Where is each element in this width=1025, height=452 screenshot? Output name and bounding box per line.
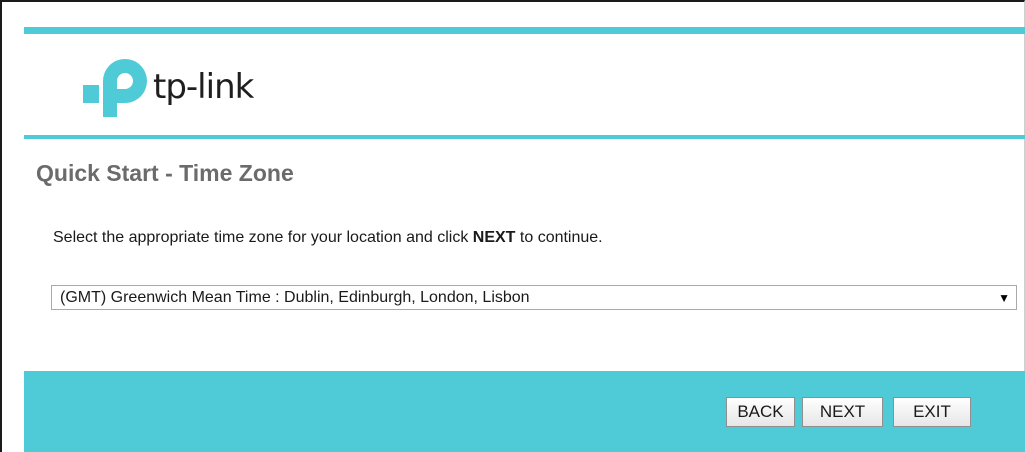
instruction-next-emphasis: NEXT — [472, 229, 516, 246]
instruction-text: Select the appropriate time zone for you… — [53, 229, 603, 247]
back-button[interactable]: BACK — [726, 397, 795, 427]
instruction-text-end: to continue. — [515, 229, 603, 246]
timezone-selected-value: (GMT) Greenwich Mean Time : Dublin, Edin… — [60, 289, 530, 306]
timezone-select[interactable]: (GMT) Greenwich Mean Time : Dublin, Edin… — [51, 285, 1017, 310]
tp-link-logo: tp-link — [81, 57, 291, 119]
next-button[interactable]: NEXT — [802, 397, 883, 427]
tp-link-logo-icon — [83, 59, 147, 117]
instruction-text-start: Select the appropriate time zone for you… — [53, 229, 473, 246]
logo-wordmark: tp-link — [153, 67, 254, 107]
exit-button[interactable]: EXIT — [893, 397, 971, 427]
top-accent-bar — [24, 27, 1025, 34]
page-title: Quick Start - Time Zone — [36, 160, 294, 186]
dropdown-arrow-icon: ▼ — [998, 291, 1010, 305]
header-divider — [24, 135, 1025, 139]
